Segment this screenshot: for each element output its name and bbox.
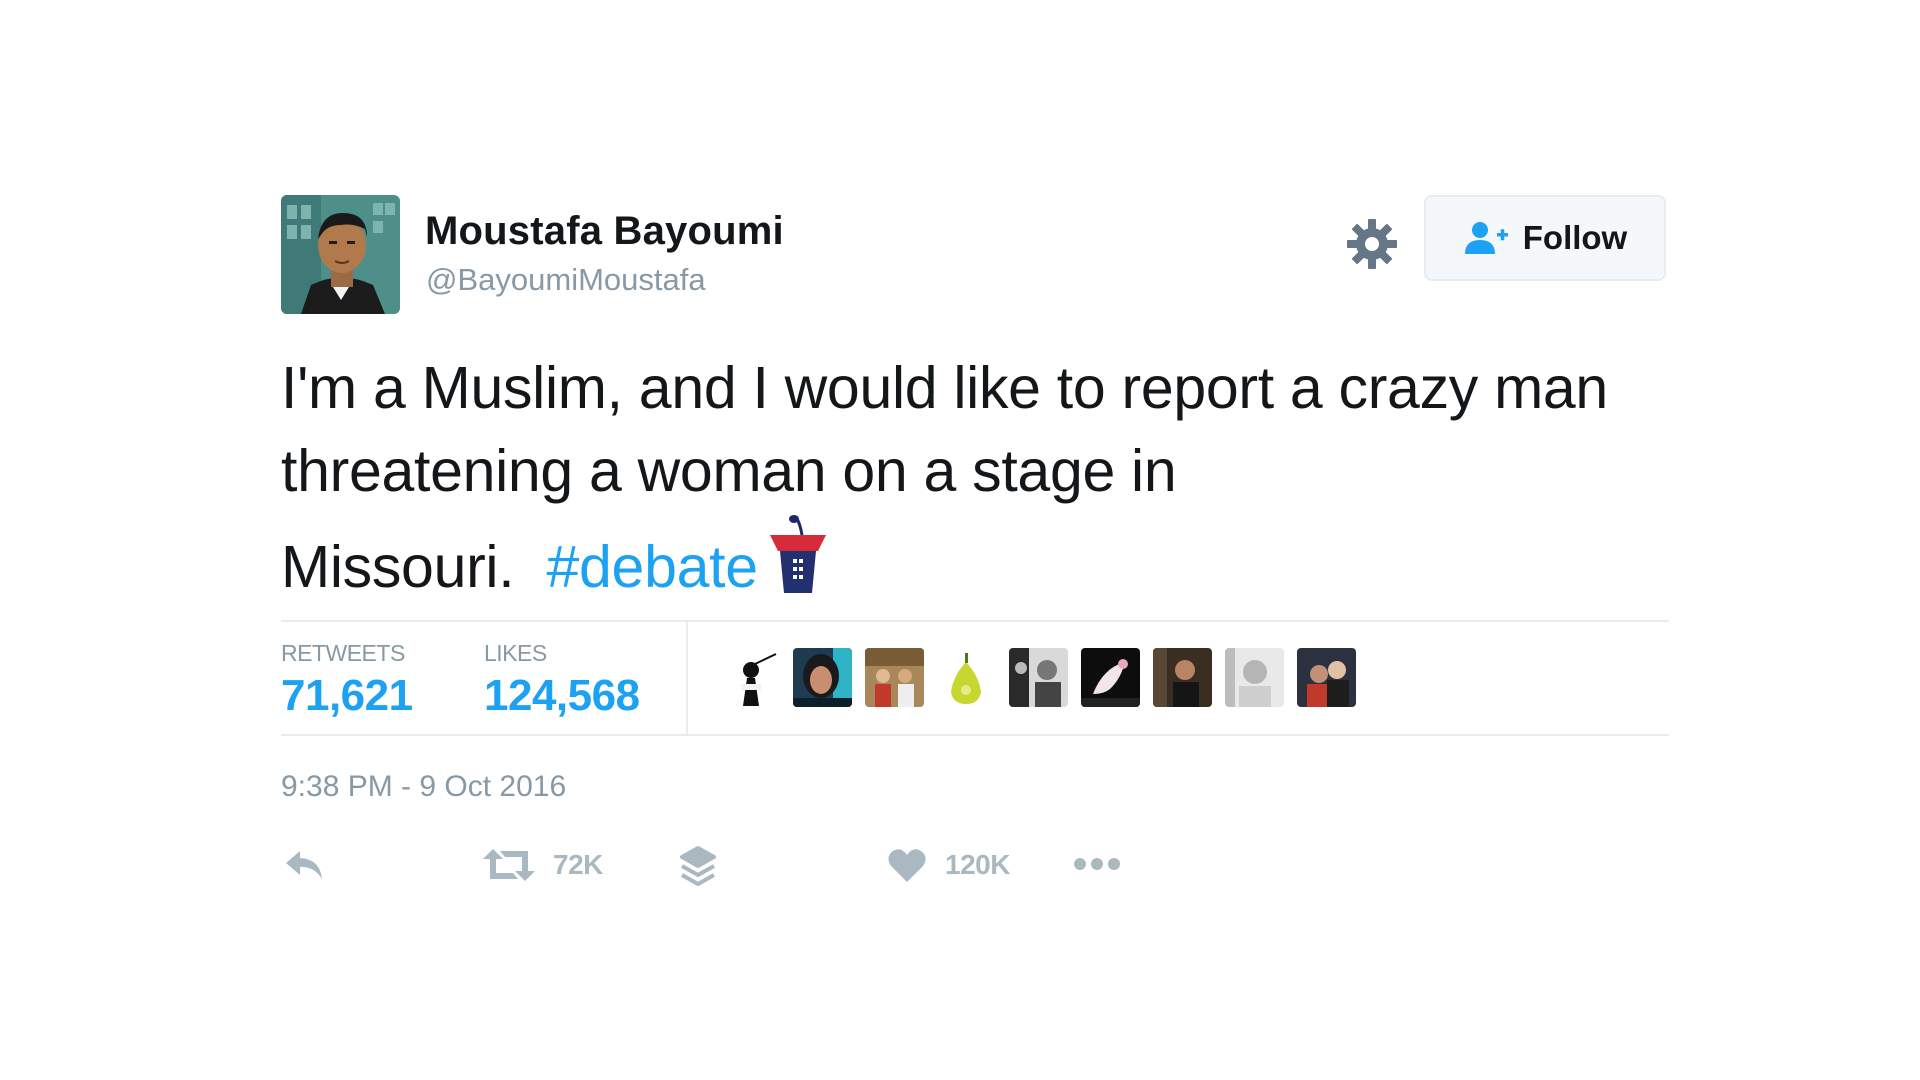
likes-count: 124,568 [484, 671, 640, 720]
tweet-card: Moustafa Bayoumi @BayoumiMoustafa Follow… [281, 195, 1669, 886]
likes-label: LIKES [484, 640, 547, 666]
tweet-actions: 72K 120K [281, 845, 1281, 905]
stack-icon [680, 846, 716, 886]
likes-stat[interactable]: LIKES 124,568 [484, 640, 640, 721]
tweet-stats: RETWEETS 71,621 LIKES 124,568 [281, 620, 1669, 736]
retweet-button[interactable]: 72K [483, 847, 603, 883]
heart-icon [888, 849, 926, 882]
tweet-timestamp[interactable]: 9:38 PM - 9 Oct 2016 [281, 770, 566, 804]
user-display-name[interactable]: Moustafa Bayoumi [425, 209, 784, 254]
add-user-icon [1464, 222, 1508, 254]
user-avatar[interactable] [281, 195, 400, 314]
hashtag-link[interactable]: #debate [547, 534, 758, 600]
retweet-icon [483, 849, 535, 881]
like-button[interactable]: 120K [887, 847, 1010, 883]
user-handle[interactable]: @BayoumiMoustafa [426, 262, 706, 298]
tweet-text: I'm a Muslim, and I would like to report… [281, 347, 1661, 609]
follow-button[interactable]: Follow [1424, 195, 1666, 281]
liker-avatar-3[interactable] [865, 648, 924, 707]
liker-avatar-1[interactable] [721, 648, 780, 707]
tweet-body: I'm a Muslim, and I would like to report… [281, 355, 1608, 600]
retweets-label: RETWEETS [281, 640, 405, 666]
liker-avatar-4[interactable] [937, 648, 996, 707]
liker-avatar-6[interactable] [1081, 648, 1140, 707]
gear-icon[interactable] [1343, 215, 1401, 273]
illustrated-portrait-avatar [281, 195, 400, 314]
liker-avatars [721, 648, 1356, 707]
liker-avatar-9[interactable] [1297, 648, 1356, 707]
more-icon [1074, 858, 1120, 870]
stack-button[interactable] [678, 845, 718, 887]
reply-button[interactable] [284, 847, 326, 883]
liker-avatar-2[interactable] [793, 648, 852, 707]
retweets-count: 71,621 [281, 671, 413, 720]
reply-icon [286, 851, 322, 879]
liker-avatar-8[interactable] [1225, 648, 1284, 707]
follow-label: Follow [1522, 219, 1628, 256]
like-count: 120K [945, 849, 1010, 880]
liker-avatar-5[interactable] [1009, 648, 1068, 707]
liker-avatar-7[interactable] [1153, 648, 1212, 707]
tweet-header: Moustafa Bayoumi @BayoumiMoustafa Follow [281, 195, 1669, 316]
more-button[interactable] [1073, 857, 1121, 871]
retweets-stat[interactable]: RETWEETS 71,621 [281, 640, 413, 721]
debate-podium-icon [766, 513, 830, 597]
retweet-count: 72K [553, 849, 603, 880]
stats-divider [686, 622, 688, 734]
